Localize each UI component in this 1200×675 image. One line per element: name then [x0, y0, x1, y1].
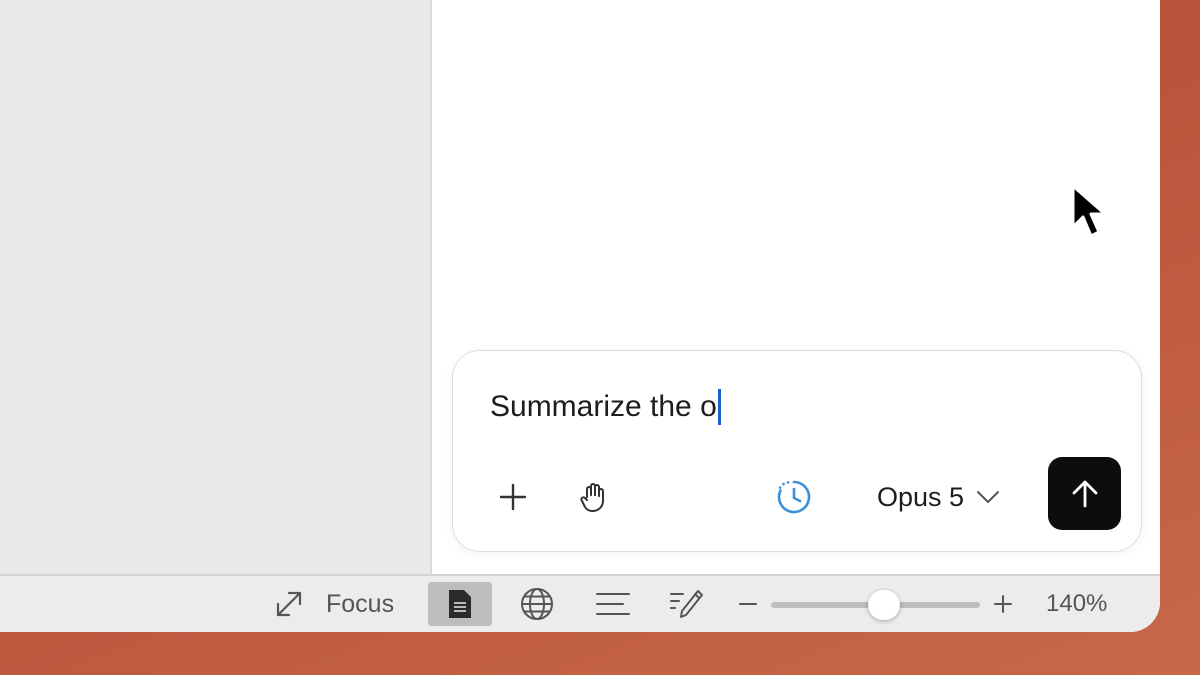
zoom-in-button[interactable]: [990, 584, 1016, 624]
arrow-up-icon: [1072, 480, 1097, 507]
web-view-button[interactable]: [514, 582, 560, 626]
assistant-panel: Summarize the o Opus 5: [432, 0, 1160, 574]
mouse-pointer-icon: [1071, 184, 1107, 238]
zoom-out-button[interactable]: [735, 584, 761, 624]
zoom-slider[interactable]: [771, 590, 980, 620]
page-view-button[interactable]: [428, 582, 492, 626]
expand-icon: [276, 591, 302, 617]
model-label: Opus 5: [877, 481, 965, 512]
history-icon: [777, 480, 811, 514]
outline-view-button[interactable]: [590, 582, 636, 626]
send-button[interactable]: [1048, 457, 1121, 530]
text-caret: [717, 389, 721, 425]
globe-icon: [521, 588, 553, 620]
history-button[interactable]: [770, 473, 818, 521]
lines-icon: [596, 593, 630, 615]
app-window: Summarize the o Opus 5 Focus 140%: [0, 0, 1160, 632]
minus-icon: [739, 603, 757, 605]
document-pane[interactable]: [0, 0, 432, 574]
focus-button[interactable]: Focus: [274, 584, 394, 624]
chevron-down-icon: [977, 491, 1000, 503]
plus-icon: [994, 595, 1012, 613]
focus-label: Focus: [326, 589, 395, 618]
zoom-percentage: 140%: [1046, 590, 1108, 617]
pencil-icon: [670, 590, 703, 618]
model-selector[interactable]: Opus 5: [877, 475, 1000, 519]
zoom-slider-thumb[interactable]: [867, 590, 900, 620]
hand-button[interactable]: [571, 475, 615, 519]
prompt-input[interactable]: Summarize the o: [490, 389, 721, 425]
add-attachment-button[interactable]: [491, 475, 535, 519]
hand-icon: [580, 483, 604, 512]
prompt-text: Summarize the o: [490, 390, 717, 423]
draft-view-button[interactable]: [664, 582, 710, 626]
plus-icon: [499, 483, 527, 511]
prompt-composer[interactable]: Summarize the o Opus 5: [452, 350, 1142, 552]
document-icon: [449, 590, 471, 618]
status-bar: Focus 140%: [0, 574, 1160, 632]
